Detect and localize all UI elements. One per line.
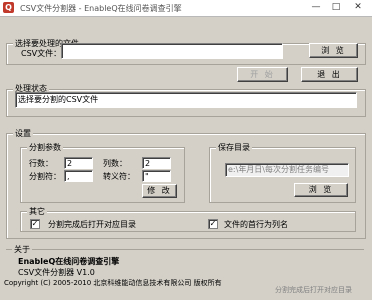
status-text-field: 选择要分割的CSV文件 <box>15 92 357 108</box>
row-count-label: 行数： <box>29 159 53 168</box>
escape-char-input[interactable]: " <box>142 170 171 182</box>
open-dir-checkbox[interactable]: ✓ <box>30 219 40 229</box>
minimize-icon[interactable]: — <box>308 1 324 14</box>
app-icon: Q <box>3 2 14 13</box>
about-version: CSV文件分割器 V1.0 <box>18 268 95 277</box>
csv-file-label: CSV文件： <box>21 49 62 58</box>
window-title: CSV文件分割器 - EnableQ在线问卷调查引擎 <box>20 4 182 13</box>
exit-button[interactable]: 退 出 <box>301 67 358 82</box>
split-params-title: 分割参数 <box>27 142 63 153</box>
about-copyright: Copyright (C) 2005-2010 北京科维能动信息技术有限公司 版… <box>4 279 222 287</box>
maximize-icon[interactable]: □ <box>328 1 344 14</box>
separator-label: 分割符： <box>29 172 61 181</box>
save-dir-title: 保存目录 <box>216 142 252 153</box>
close-icon[interactable]: ✕ <box>350 1 366 14</box>
open-dir-label: 分割完成后打开对应目录 <box>48 220 136 229</box>
first-row-checkbox[interactable]: ✓ <box>208 219 218 229</box>
csv-file-input[interactable] <box>61 43 283 59</box>
save-dir-input[interactable]: e:\年月日\每次分割任务编号 <box>225 163 349 177</box>
modify-button[interactable]: 修 改 <box>142 184 177 198</box>
other-group-title: 其它 <box>27 206 47 217</box>
col-count-label: 列数： <box>103 159 127 168</box>
row-count-input[interactable]: 2 <box>64 157 93 169</box>
browse-dir-button[interactable]: 浏 览 <box>294 183 348 197</box>
browse-file-button[interactable]: 浏 览 <box>309 43 358 58</box>
settings-group-title: 设置 <box>13 128 33 139</box>
title-bar: Q CSV文件分割器 - EnableQ在线问卷调查引擎 — □ ✕ <box>0 0 372 17</box>
about-product-name: EnableQ在线问卷调查引擎 <box>18 257 120 266</box>
about-group-title: 关于 <box>12 244 32 255</box>
separator-input[interactable]: , <box>64 170 93 182</box>
start-button[interactable]: 开 始 <box>237 67 288 82</box>
first-row-label: 文件的首行为列名 <box>224 220 288 229</box>
overlay-caption: 分割完成后打开对应目录 <box>275 286 352 294</box>
escape-char-label: 转义符： <box>103 172 135 181</box>
col-count-input[interactable]: 2 <box>142 157 171 169</box>
